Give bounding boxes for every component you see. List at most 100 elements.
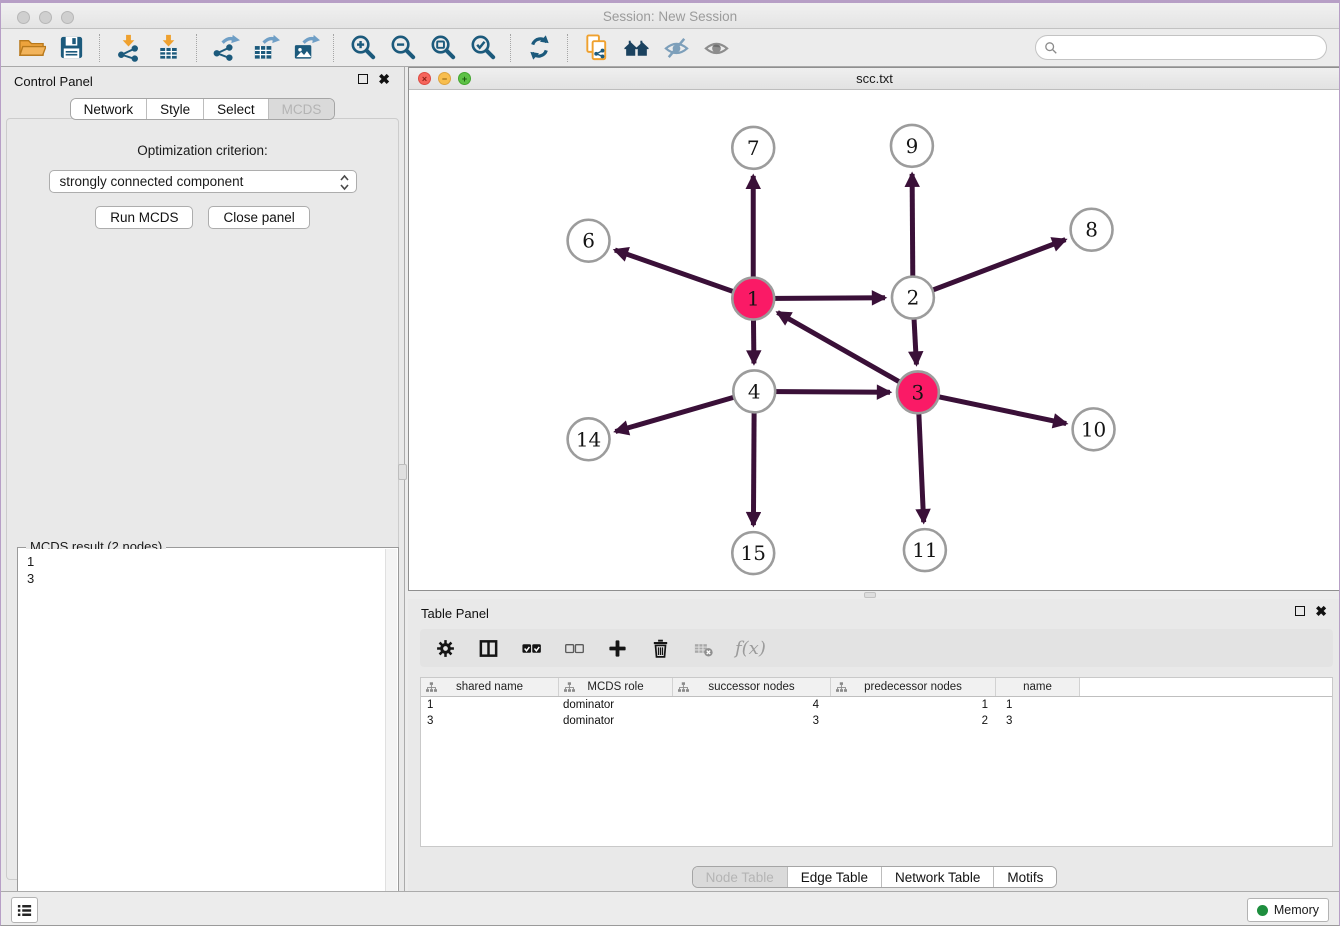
application-window: Session: New Session Control Panel ✖ Net…	[0, 0, 1340, 926]
horizontal-splitter[interactable]	[408, 591, 1340, 599]
optimization-criterion-value: strongly connected component	[60, 174, 244, 189]
tab-motifs[interactable]: Motifs	[994, 867, 1056, 887]
node-6[interactable]: 6	[568, 220, 610, 262]
node-7[interactable]: 7	[732, 127, 774, 169]
table-panel: Table Panel ✖ f(x) shared nameMCDS roles…	[408, 599, 1340, 891]
table-settings-icon[interactable]	[434, 637, 456, 659]
svg-text:11: 11	[912, 538, 937, 562]
optimization-criterion-select[interactable]: strongly connected component	[49, 170, 357, 193]
close-panel-button[interactable]: Close panel	[208, 206, 309, 229]
node-2[interactable]: 2	[892, 277, 934, 319]
toolbar-separator	[196, 34, 197, 62]
chevron-up-down-icon	[339, 174, 350, 194]
search-box[interactable]	[1035, 35, 1327, 60]
run-mcds-button[interactable]: Run MCDS	[95, 206, 193, 229]
node-table: shared name MCDS role successor nodes prede…	[420, 677, 1333, 847]
deselect-all-rows-icon[interactable]	[563, 637, 585, 659]
column-header-name[interactable]: name	[996, 678, 1080, 696]
node-8[interactable]: 8	[1071, 209, 1113, 251]
toolbar-separator	[333, 34, 334, 62]
export-network-icon[interactable]	[208, 32, 242, 64]
add-column-icon[interactable]	[606, 637, 628, 659]
edge-2-8[interactable]	[913, 240, 1066, 298]
network-window-title: scc.txt	[409, 71, 1340, 86]
memory-status-dot-icon	[1257, 905, 1268, 916]
node-15[interactable]: 15	[732, 532, 774, 574]
table-cell: 2	[831, 715, 996, 727]
zoom-out-icon[interactable]	[385, 32, 419, 64]
export-image-icon[interactable]	[288, 32, 322, 64]
table-row[interactable]: 1dominator411	[421, 697, 1332, 713]
close-table-panel-icon[interactable]: ✖	[1315, 606, 1327, 616]
zoom-in-icon[interactable]	[345, 32, 379, 64]
table-cell: 3	[996, 715, 1080, 727]
node-4[interactable]: 4	[733, 370, 775, 412]
table-cell: dominator	[559, 699, 673, 711]
column-label: MCDS role	[587, 681, 643, 693]
new-network-from-selection-icon[interactable]	[579, 32, 613, 64]
first-neighbors-icon[interactable]	[619, 32, 653, 64]
edge-3-10[interactable]	[918, 392, 1066, 423]
search-input[interactable]	[1063, 40, 1318, 55]
open-session-icon[interactable]	[14, 32, 48, 64]
horizontal-splitter-handle[interactable]	[864, 592, 876, 598]
svg-text:15: 15	[741, 541, 766, 565]
column-header-shared-name[interactable]: shared name	[421, 678, 559, 696]
table-cell: 4	[673, 699, 831, 711]
memory-label: Memory	[1274, 903, 1319, 917]
column-tree-icon	[564, 682, 575, 696]
delete-column-icon[interactable]	[649, 637, 671, 659]
edge-3-1[interactable]	[778, 312, 918, 392]
tab-style[interactable]: Style	[147, 99, 204, 119]
column-header-predecessor-nodes[interactable]: predecessor nodes	[831, 678, 996, 696]
network-canvas[interactable]: 1 2 3 4 6 7 8 9 10 11 14 15	[409, 90, 1340, 590]
hide-selected-icon[interactable]	[659, 32, 693, 64]
column-label: predecessor nodes	[864, 681, 962, 693]
column-label: shared name	[456, 681, 523, 693]
node-1[interactable]: 1	[732, 278, 774, 320]
toolbar-separator	[99, 34, 100, 62]
zoom-selected-icon[interactable]	[465, 32, 499, 64]
column-header-mcds-role[interactable]: MCDS role	[559, 678, 673, 696]
show-all-icon[interactable]	[699, 32, 733, 64]
mcds-result-list[interactable]: 13	[19, 549, 385, 923]
show-columns-icon[interactable]	[477, 637, 499, 659]
network-graph: 1 2 3 4 6 7 8 9 10 11 14 15	[409, 90, 1340, 590]
import-network-icon[interactable]	[111, 32, 145, 64]
save-session-icon[interactable]	[54, 32, 88, 64]
vertical-splitter-handle[interactable]	[398, 464, 407, 480]
toolbar-separator	[567, 34, 568, 62]
select-all-rows-icon[interactable]	[520, 637, 542, 659]
table-row[interactable]: 3dominator323	[421, 713, 1332, 729]
node-3[interactable]: 3	[897, 371, 939, 413]
tab-select[interactable]: Select	[204, 99, 269, 119]
export-table-icon[interactable]	[248, 32, 282, 64]
node-14[interactable]: 14	[568, 418, 610, 460]
main-toolbar	[1, 29, 1339, 67]
table-cell: 1	[831, 699, 996, 711]
node-10[interactable]: 10	[1073, 408, 1115, 450]
table-tabs: Node TableEdge TableNetwork TableMotifs	[692, 866, 1058, 888]
close-panel-icon[interactable]: ✖	[378, 74, 390, 84]
column-header-successor-nodes[interactable]: successor nodes	[673, 678, 831, 696]
network-window-titlebar[interactable]: × − + scc.txt	[409, 68, 1340, 90]
zoom-fit-icon[interactable]	[425, 32, 459, 64]
float-panel-icon[interactable]	[358, 74, 368, 84]
task-history-button[interactable]	[11, 897, 38, 923]
node-11[interactable]: 11	[904, 529, 946, 571]
tab-mcds[interactable]: MCDS	[269, 99, 335, 119]
refresh-network-icon[interactable]	[522, 32, 556, 64]
memory-button[interactable]: Memory	[1247, 898, 1329, 922]
tab-network-table[interactable]: Network Table	[882, 867, 994, 887]
svg-text:8: 8	[1085, 218, 1098, 242]
float-table-panel-icon[interactable]	[1295, 606, 1305, 616]
import-table-icon[interactable]	[151, 32, 185, 64]
tab-node-table[interactable]: Node Table	[693, 867, 788, 887]
node-9[interactable]: 9	[891, 125, 933, 167]
table-cell: dominator	[559, 715, 673, 727]
tab-network[interactable]: Network	[71, 99, 148, 119]
result-scrollbar[interactable]	[385, 549, 397, 923]
toolbar-separator	[510, 34, 511, 62]
tab-edge-table[interactable]: Edge Table	[788, 867, 882, 887]
column-label: successor nodes	[708, 681, 794, 693]
